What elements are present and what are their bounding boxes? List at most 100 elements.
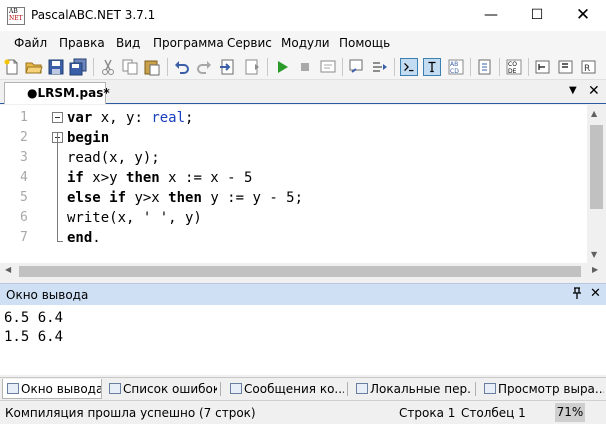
code-line[interactable]: var x, y: real; [67, 108, 193, 128]
paste-icon[interactable] [143, 58, 161, 76]
toolbar-separator [267, 58, 268, 76]
cursor-row: Строка 1 [399, 406, 456, 420]
menu-edit[interactable]: Правка [59, 36, 105, 50]
svg-text:CO: CO [508, 61, 517, 68]
new-file-icon[interactable] [3, 58, 21, 76]
step-icon[interactable] [243, 58, 261, 76]
redo-icon[interactable] [195, 58, 213, 76]
toolbar-separator [394, 58, 395, 76]
cursor-column: Столбец 1 [461, 406, 526, 420]
keyword-token: var [67, 110, 93, 126]
scroll-left-icon[interactable]: ◀ [5, 265, 11, 274]
tab-separator [475, 382, 476, 396]
keyword-token: if [67, 170, 84, 186]
tab-list-dropdown-icon[interactable]: ▼ [569, 85, 577, 96]
status-message: Компиляция прошла успешно (7 строк) [5, 406, 256, 420]
run-icon[interactable] [273, 58, 291, 76]
tab-output-window[interactable]: Окно вывода [2, 379, 102, 399]
scroll-down-icon[interactable]: ▼ [591, 250, 597, 259]
fold-toggle-icon[interactable] [52, 112, 63, 123]
help-icon[interactable]: R [580, 58, 598, 76]
copy-icon[interactable] [121, 58, 139, 76]
maximize-button[interactable]: ☐ [514, 0, 560, 31]
compiler-messages-icon [230, 383, 242, 394]
menu-bar: Файл Правка Вид Программа Сервис Модули … [0, 31, 606, 54]
line-number: 5 [20, 190, 28, 205]
menu-service[interactable]: Сервис [227, 36, 272, 50]
form-icon[interactable] [557, 58, 575, 76]
fold-guide [57, 133, 58, 241]
watch-expressions-icon [484, 383, 496, 394]
zoom-level[interactable]: 71% [555, 403, 585, 422]
svg-text:AB: AB [450, 61, 458, 68]
tab-separator [347, 382, 348, 396]
scroll-up-icon[interactable]: ▲ [591, 109, 597, 118]
code-token: x := x - 5 [159, 170, 253, 186]
code-line[interactable]: read(x, y); [67, 148, 160, 168]
cut-icon[interactable] [99, 58, 117, 76]
menu-view[interactable]: Вид [116, 36, 140, 50]
undo-icon[interactable] [173, 58, 191, 76]
minimize-button[interactable]: — [468, 0, 514, 31]
code-token: read(x, y); [67, 150, 160, 166]
pin-icon[interactable] [572, 287, 582, 303]
type-token: real [151, 110, 186, 126]
code-token: write(x, ' ', y) [67, 210, 202, 226]
module-icon[interactable] [476, 58, 494, 76]
tab-lrsm-pas[interactable]: ●LRSM.pas* [4, 82, 110, 104]
fold-guide-end [57, 241, 63, 242]
vertical-scroll-thumb[interactable] [590, 125, 603, 209]
keyword-token: if [109, 190, 127, 206]
compile-icon[interactable] [219, 58, 237, 76]
tab-compiler-messages[interactable]: Сообщения ко... [226, 379, 344, 399]
toolbar-separator [470, 58, 471, 76]
line-number: 6 [20, 210, 28, 225]
toolbar-separator [342, 58, 343, 76]
text-icon[interactable] [423, 58, 441, 76]
watch-icon[interactable] [319, 58, 337, 76]
svg-text:CD: CD [450, 68, 459, 75]
svg-text:DE: DE [508, 68, 517, 75]
tab-watch-expressions[interactable]: Просмотр выра... [480, 379, 604, 399]
error-list-icon [109, 383, 121, 394]
close-tab-icon[interactable]: ✕ [588, 83, 600, 99]
output-window[interactable]: 6.5 6.4 1.5 6.4 [0, 305, 606, 375]
output-window-icon[interactable] [400, 58, 418, 76]
list-icon[interactable] [371, 58, 389, 76]
save-icon[interactable] [47, 58, 65, 76]
tab-local-variables[interactable]: Локальные пер... [352, 379, 472, 399]
stop-icon[interactable] [296, 58, 314, 76]
code-line[interactable]: else if y>x then y := y - 5; [67, 188, 303, 208]
tab-separator [220, 382, 221, 396]
code-editor[interactable]: 1 2 3 4 5 6 7 var x, y: real; begin read… [0, 105, 606, 263]
save-all-icon[interactable] [69, 58, 87, 76]
code-line[interactable]: begin [67, 128, 109, 148]
toolbar-separator [93, 58, 94, 76]
code-line[interactable]: end. [67, 228, 101, 248]
structure-icon[interactable] [534, 58, 552, 76]
scroll-right-icon[interactable]: ▶ [592, 265, 598, 274]
toolbar-separator [528, 58, 529, 76]
local-variables-icon [356, 383, 368, 394]
code-line[interactable]: if x>y then x := x - 5 [67, 168, 252, 188]
code-token: x, y: [92, 110, 152, 126]
menu-modules[interactable]: Модули [281, 36, 330, 50]
horizontal-scroll-thumb[interactable] [19, 266, 581, 277]
close-panel-icon[interactable]: ✕ [590, 286, 601, 301]
output-line: 1.5 6.4 [4, 329, 64, 345]
format-icon[interactable]: ABCD [447, 58, 465, 76]
debug-icon[interactable] [348, 58, 366, 76]
menu-file[interactable]: Файл [14, 36, 47, 50]
close-window-button[interactable]: ✕ [560, 0, 606, 31]
tab-error-list[interactable]: Список ошибок [105, 379, 217, 399]
line-number: 2 [20, 130, 28, 145]
open-folder-icon[interactable] [25, 58, 43, 76]
code-template-icon[interactable]: CODE [505, 58, 523, 76]
menu-help[interactable]: Помощь [339, 36, 390, 50]
menu-program[interactable]: Программа [153, 36, 224, 50]
output-window-icon [7, 383, 19, 394]
keyword-token: then [126, 170, 160, 186]
title-bar: AB NET PascalABC.NET 3.7.1 — ☐ ✕ [0, 0, 606, 31]
code-line[interactable]: write(x, ' ', y) [67, 208, 202, 228]
